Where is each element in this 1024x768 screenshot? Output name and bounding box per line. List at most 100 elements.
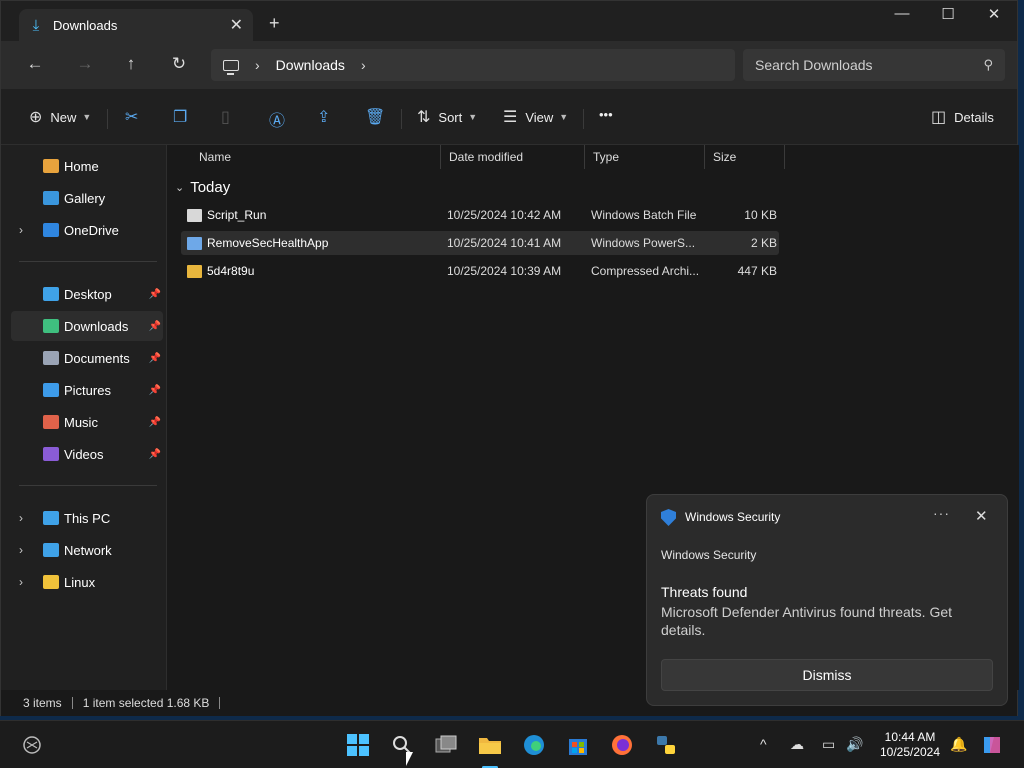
new-tab-button[interactable]: + bbox=[269, 13, 280, 34]
view-label: View bbox=[525, 109, 554, 125]
dismiss-button[interactable]: Dismiss bbox=[661, 659, 993, 691]
rename-button[interactable]: Ⓐ bbox=[269, 107, 285, 131]
chevron-right-icon[interactable]: › bbox=[19, 543, 23, 557]
selection-info: 1 item selected 1.68 KB bbox=[82, 696, 210, 710]
sidebar-item-network[interactable]: › Network bbox=[11, 535, 163, 565]
sidebar-item-label: Videos bbox=[64, 446, 104, 462]
minimize-button[interactable]: — bbox=[879, 5, 925, 22]
sidebar-item-label: Home bbox=[64, 158, 99, 174]
microsoft-store-icon[interactable] bbox=[566, 733, 590, 757]
notification-body[interactable]: Microsoft Defender Antivirus found threa… bbox=[661, 603, 981, 639]
search-input[interactable] bbox=[755, 57, 984, 73]
item-count: 3 items bbox=[23, 696, 62, 710]
tab-close-icon[interactable]: ✕ bbox=[230, 15, 243, 35]
column-header-size[interactable]: Size bbox=[705, 145, 785, 169]
pin-icon: 📌 bbox=[148, 352, 161, 364]
sidebar-item-label: This PC bbox=[64, 510, 111, 526]
file-name: 5d4r8t9u bbox=[207, 264, 255, 278]
column-header-type[interactable]: Type bbox=[585, 145, 705, 169]
refresh-button[interactable]: ↻ bbox=[167, 54, 191, 74]
file-row[interactable]: RemoveSecHealthApp 10/25/2024 10:41 AM Win… bbox=[181, 231, 779, 255]
divider bbox=[107, 109, 108, 129]
sidebar-item-linux[interactable]: › Linux bbox=[11, 567, 163, 597]
notification-app-name: Windows Security bbox=[685, 510, 781, 524]
divider bbox=[19, 485, 157, 486]
notification-more-button[interactable]: ··· bbox=[933, 505, 950, 521]
sidebar-item-pictures[interactable]: Pictures 📌 bbox=[11, 375, 163, 405]
home-icon bbox=[43, 159, 59, 173]
search-box[interactable]: ⚲ bbox=[743, 49, 1005, 81]
file-row[interactable]: 5d4r8t9u 10/25/2024 10:39 AM Compressed Ar… bbox=[181, 259, 779, 283]
divider bbox=[583, 109, 584, 129]
network-icon[interactable]: ▭ bbox=[822, 736, 835, 753]
file-row[interactable]: Script_Run 10/25/2024 10:42 AM Windows Bat… bbox=[181, 203, 779, 227]
powershell-file-icon bbox=[187, 236, 202, 250]
chevron-right-icon[interactable]: › bbox=[19, 511, 23, 525]
delete-button[interactable]: 🗑 bbox=[365, 107, 385, 127]
more-options-button[interactable]: ••• bbox=[599, 107, 613, 122]
documents-icon bbox=[43, 351, 59, 365]
file-date-modified: 10/25/2024 10:41 AM bbox=[447, 236, 562, 250]
chevron-right-icon[interactable]: › bbox=[255, 57, 260, 73]
cut-button[interactable]: ✂ bbox=[125, 107, 138, 127]
notification-close-button[interactable]: ✕ bbox=[975, 507, 988, 525]
details-pane-button[interactable]: ◫ Details bbox=[931, 107, 994, 127]
chevron-right-icon[interactable]: › bbox=[19, 575, 23, 589]
linux-icon bbox=[43, 575, 59, 589]
sidebar-item-label: Network bbox=[64, 542, 112, 558]
notification-bell-icon[interactable]: 🔔 bbox=[950, 736, 967, 753]
paste-button[interactable]: ▯ bbox=[221, 107, 230, 127]
widgets-icon[interactable] bbox=[20, 733, 44, 757]
divider bbox=[71, 697, 73, 709]
group-header-today[interactable]: ⌄ Today bbox=[175, 179, 230, 196]
file-explorer-icon[interactable] bbox=[478, 733, 502, 757]
file-size: 447 KB bbox=[737, 264, 777, 278]
task-view-icon[interactable] bbox=[434, 733, 458, 757]
up-button[interactable]: ↑ bbox=[119, 54, 143, 74]
sidebar-item-gallery[interactable]: Gallery bbox=[11, 183, 163, 213]
volume-icon[interactable]: 🔊 bbox=[846, 736, 863, 753]
sidebar-item-downloads[interactable]: Downloads 📌 bbox=[11, 311, 163, 341]
column-header-date-modified[interactable]: Date modified bbox=[441, 145, 585, 169]
python-icon[interactable] bbox=[654, 733, 678, 757]
sidebar-item-label: Desktop bbox=[64, 286, 112, 302]
breadcrumb-downloads[interactable]: Downloads bbox=[276, 57, 345, 73]
maximize-button[interactable]: ☐ bbox=[925, 5, 971, 23]
copilot-icon[interactable] bbox=[980, 733, 1004, 757]
sidebar-item-home[interactable]: Home bbox=[11, 151, 163, 181]
search-icon[interactable]: ⚲ bbox=[983, 57, 993, 73]
back-button[interactable]: ← bbox=[23, 54, 47, 74]
tab-downloads[interactable]: ⤓ Downloads ✕ bbox=[19, 9, 253, 41]
trash-icon: 🗑 bbox=[365, 109, 386, 126]
chevron-down-icon: ▼ bbox=[468, 112, 478, 122]
details-pane-icon: ◫ bbox=[931, 109, 947, 126]
onedrive-tray-icon[interactable]: ☁ bbox=[790, 736, 804, 753]
address-bar[interactable]: › Downloads › bbox=[211, 49, 735, 81]
sidebar-item-onedrive[interactable]: › OneDrive bbox=[11, 215, 163, 245]
copy-button[interactable]: ❐ bbox=[173, 107, 187, 127]
sidebar-item-this-pc[interactable]: › This PC bbox=[11, 503, 163, 533]
view-button[interactable]: ☰ View ▼ bbox=[503, 107, 568, 127]
sort-button[interactable]: ⇅ Sort ▼ bbox=[417, 107, 477, 127]
show-hidden-icons-button[interactable]: ^ bbox=[760, 736, 767, 752]
edge-icon[interactable] bbox=[522, 733, 546, 757]
sidebar-item-desktop[interactable]: Desktop 📌 bbox=[11, 279, 163, 309]
sidebar-item-videos[interactable]: Videos 📌 bbox=[11, 439, 163, 469]
clock[interactable]: 10:44 AM 10/25/2024 bbox=[878, 730, 942, 760]
firefox-icon[interactable] bbox=[610, 733, 634, 757]
windows-security-notification: Windows Security ··· ✕ Windows Security … bbox=[646, 494, 1008, 706]
sidebar-item-documents[interactable]: Documents 📌 bbox=[11, 343, 163, 373]
sidebar-item-music[interactable]: Music 📌 bbox=[11, 407, 163, 437]
start-icon[interactable] bbox=[346, 733, 370, 757]
mouse-cursor bbox=[406, 752, 413, 766]
new-button[interactable]: ⊕ New ▼ bbox=[29, 107, 91, 127]
chevron-right-icon[interactable]: › bbox=[19, 223, 23, 237]
close-window-button[interactable]: ✕ bbox=[971, 5, 1017, 23]
this-pc-icon[interactable] bbox=[223, 59, 239, 75]
column-header-name[interactable]: Name bbox=[191, 145, 441, 169]
copy-icon: ❐ bbox=[173, 109, 188, 126]
chevron-right-icon[interactable]: › bbox=[361, 57, 366, 73]
share-button[interactable]: ⇪ bbox=[317, 107, 330, 127]
shield-icon bbox=[661, 509, 676, 526]
forward-button[interactable]: → bbox=[73, 54, 97, 74]
